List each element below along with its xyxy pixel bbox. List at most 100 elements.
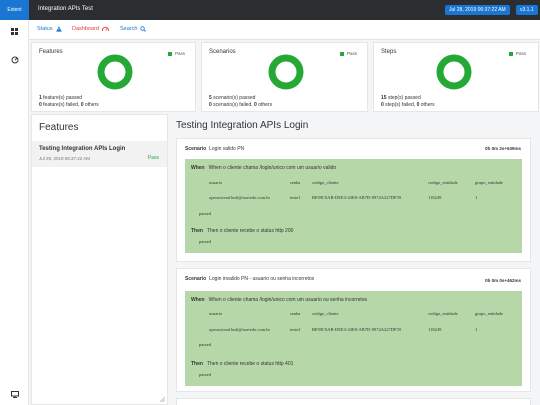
nav-dashboard[interactable]: Dashboard <box>72 26 109 32</box>
next-scenario-card <box>176 398 531 405</box>
feature-detail-title: Testing Integration APIs Login <box>176 120 309 131</box>
resize-handle-icon[interactable] <box>160 397 165 402</box>
legend-swatch <box>339 51 344 56</box>
failed-text: scenario(s) failed, <box>211 102 255 108</box>
table-cell: teste2 <box>290 327 301 332</box>
feature-date: Jul 28, 2019 06:37:22 AM <box>39 156 91 161</box>
features-donut-chart <box>97 54 133 90</box>
passed-text: step(s) passed <box>386 95 421 101</box>
monitor-icon[interactable] <box>10 390 19 399</box>
card-title: Scenarios <box>209 49 236 55</box>
steps-donut-chart <box>436 54 472 90</box>
legend-pass: Pass <box>167 51 185 56</box>
table-header: codigo_cliente <box>312 311 339 316</box>
step-result: passed <box>199 342 211 347</box>
donut-pass-ring <box>268 54 304 90</box>
scenario-name: Login valido PN <box>209 146 245 152</box>
features-panel: Features Testing Integration APIs Login … <box>31 114 168 405</box>
scenario-keyword: Scenario <box>185 146 207 152</box>
legend-label: Pass <box>174 51 185 56</box>
legend-pass: Pass <box>508 51 526 56</box>
passed-text: feature(s) passed <box>41 95 83 101</box>
gauge-icon <box>102 26 109 32</box>
legend-label: Pass <box>346 51 357 56</box>
others-text: others <box>83 102 99 108</box>
top-bar: Integration APIs Test Jul 28, 2019 06:37… <box>29 0 540 20</box>
step-keyword: Then <box>191 361 203 367</box>
card-title: Features <box>39 49 63 55</box>
table-cell: teste1 <box>290 195 301 200</box>
feature-status: Pass <box>147 155 159 161</box>
brand-logo[interactable]: Extent <box>0 0 29 20</box>
table-cell: 118249 <box>428 195 442 200</box>
nav-search[interactable]: Search <box>120 26 147 32</box>
donut-pass-ring <box>436 54 472 90</box>
scenario-card: Scenario Login valido PN 0h 0m 2s+639ms W… <box>176 138 531 262</box>
features-summary-card: Features Pass 1 feature(s) passed 0 feat… <box>31 42 196 112</box>
search-icon <box>140 26 147 32</box>
step-result: passed <box>199 211 211 216</box>
scenario-duration: 0h 0m 0s+462ms <box>485 278 521 283</box>
donut-pass-ring <box>97 54 133 90</box>
table-cell: BF09C9AB-DEE3-43E0-AB7D-0974A227DF59 <box>312 195 402 200</box>
nav-dashboard-label: Dashboard <box>72 26 99 32</box>
scenario-duration: 0h 0m 2s+639ms <box>485 146 521 151</box>
nav-status-label: Status <box>37 26 53 32</box>
nav-status[interactable]: Status <box>37 26 62 32</box>
date-badge: Jul 28, 2019 06:37:22 AM <box>445 5 510 15</box>
table-cell: 118249 <box>428 327 442 332</box>
grid-icon[interactable] <box>10 27 19 36</box>
others-text: others <box>256 102 273 108</box>
step-text: Then o cliente recebe o status http 401 <box>206 361 294 367</box>
scenario-heading: Scenario Login invalido PN - usuario ou s… <box>185 276 314 282</box>
table-header: usuario <box>209 180 223 185</box>
scenarios-summary-card: Scenarios Pass 5 scenario(s) passed 0 sc… <box>201 42 368 112</box>
version-badge: v3.1.1 <box>516 5 538 15</box>
then-step: Then Then o cliente recebe o status http … <box>191 228 293 234</box>
left-rail: Extent <box>0 0 29 405</box>
passed-line: 1 feature(s) passed <box>39 95 82 101</box>
table-cell: BF09C9AB-DEE3-43E0-AB7D-0974A227DF59 <box>312 327 402 332</box>
table-header: grupo_entidade <box>475 311 503 316</box>
legend-pass: Pass <box>339 51 357 56</box>
legend-swatch <box>508 51 513 56</box>
features-panel-title: Features <box>39 122 79 133</box>
passed-text: scenario(s) passed <box>211 95 256 101</box>
card-title: Steps <box>381 49 397 55</box>
passed-line: 15 step(s) passed <box>381 95 421 101</box>
dashboard-icon[interactable] <box>10 55 19 64</box>
table-header: senha <box>290 180 301 185</box>
failed-line: 0 scenario(s) failed, 0 others <box>209 102 272 108</box>
steps-summary-card: Steps Pass 15 step(s) passed 0 step(s) f… <box>373 42 539 112</box>
table-cell: 1 <box>475 195 478 200</box>
scenario-name: Login invalido PN - usuario ou senha inc… <box>209 276 315 282</box>
step-text: Then o cliente recebe o status http 200 <box>206 228 294 234</box>
table-header: senha <box>290 311 301 316</box>
warning-triangle-icon <box>55 26 62 32</box>
scenario-steps: When When o cliente chama /login/unico co… <box>185 291 522 386</box>
report-title: Integration APIs Test <box>38 6 93 12</box>
table-header: grupo_entidade <box>475 180 503 185</box>
scenarios-donut-chart <box>268 54 304 90</box>
feature-list-item[interactable]: Testing Integration APIs Login Jul 28, 2… <box>32 141 167 167</box>
then-step: Then Then o cliente recebe o status http … <box>191 361 293 367</box>
table-header: codigo_entidade <box>428 180 458 185</box>
step-keyword: Then <box>191 228 203 234</box>
step-result: passed <box>199 372 211 377</box>
table-cell: 1 <box>475 327 478 332</box>
scenario-heading: Scenario Login valido PN <box>185 146 244 152</box>
table-cell: operacional.bnfi@nortedo.com.br <box>209 327 270 332</box>
scenario-card: Scenario Login invalido PN - usuario ou s… <box>176 268 531 392</box>
step-keyword: When <box>191 297 205 303</box>
failed-line: 0 step(s) failed, 0 others <box>381 102 435 108</box>
others-text: others <box>419 102 435 108</box>
when-step: When When o cliente chama /login/unico co… <box>191 165 336 171</box>
table-header: codigo_entidade <box>428 311 458 316</box>
step-result: passed <box>199 239 211 244</box>
table-cell: operacional.bnfi@nortedo.com.br <box>209 195 270 200</box>
legend-label: Pass <box>515 51 526 56</box>
scenario-steps: When When o cliente chama /login/unico co… <box>185 159 522 253</box>
passed-line: 5 scenario(s) passed <box>209 95 255 101</box>
when-step: When When o cliente chama /login/unico co… <box>191 297 367 303</box>
table-header: usuario <box>209 311 223 316</box>
